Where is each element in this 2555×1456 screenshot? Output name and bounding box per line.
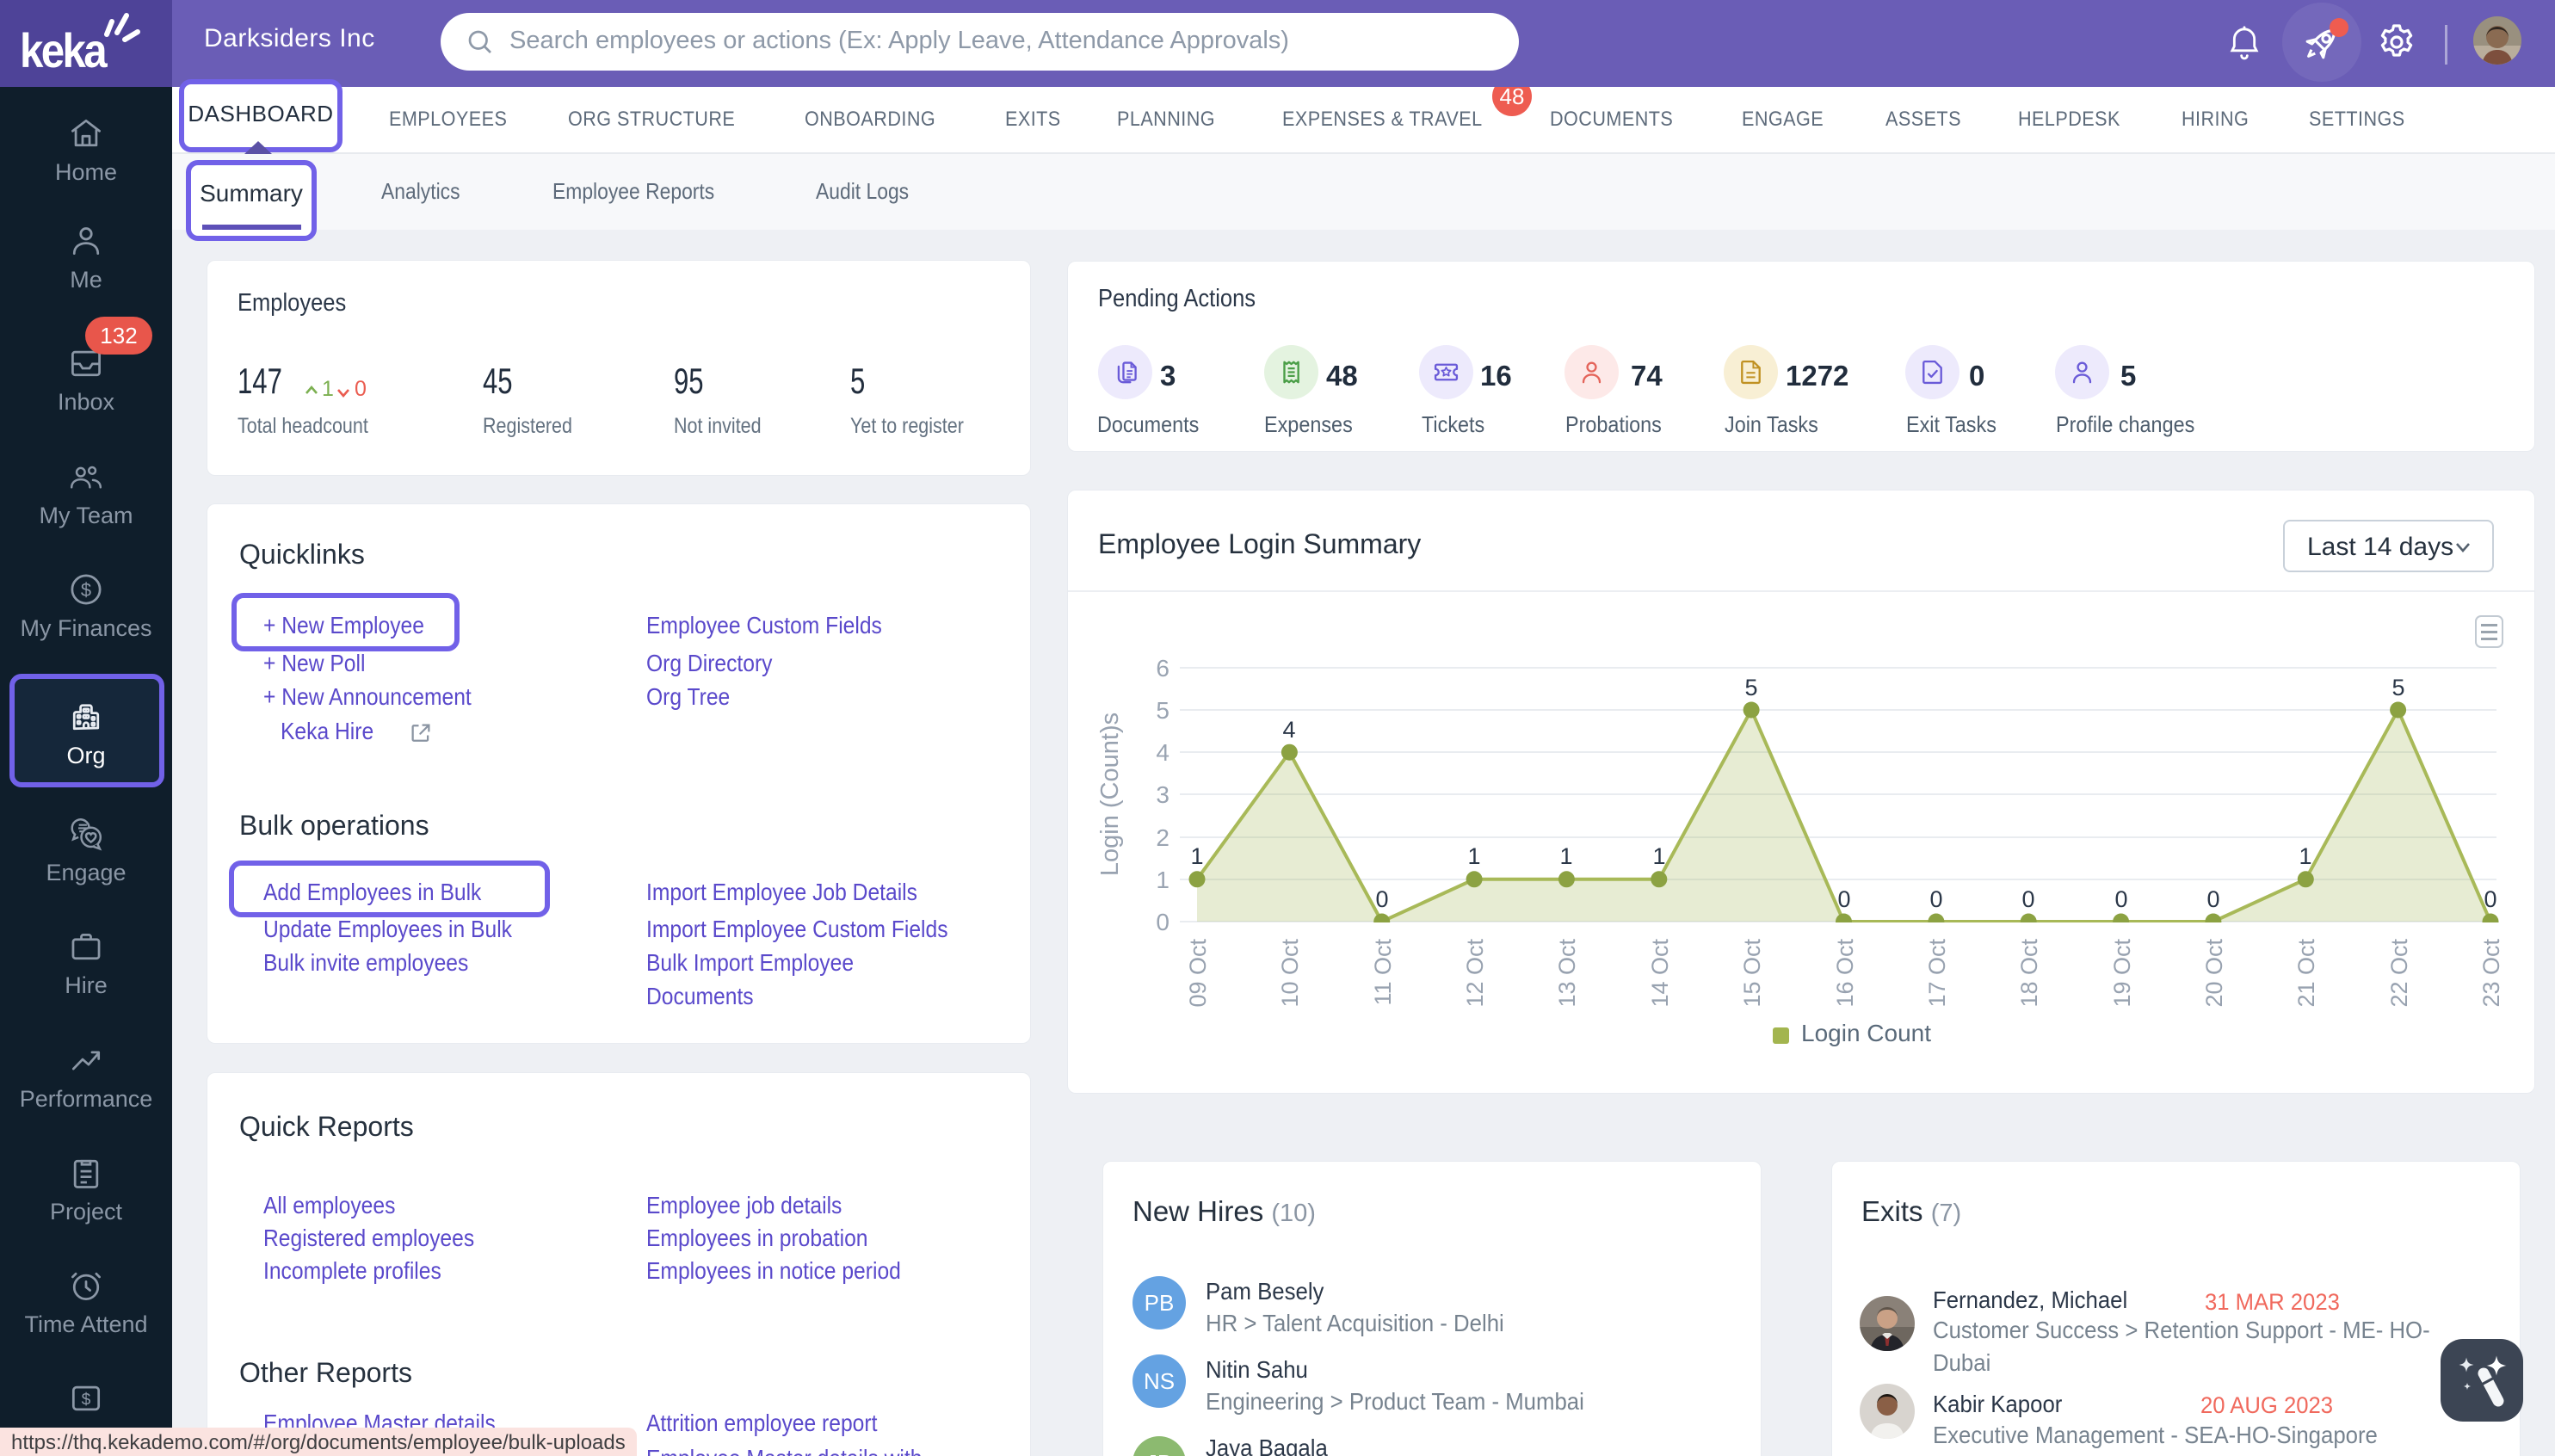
svg-text:4: 4 (1156, 739, 1169, 766)
svg-text:5: 5 (1744, 675, 1757, 700)
svg-text:0: 0 (1929, 886, 1942, 912)
svg-text:3: 3 (1156, 781, 1169, 808)
svg-text:1: 1 (1467, 843, 1480, 869)
svg-text:0: 0 (1156, 909, 1169, 935)
svg-text:1: 1 (2299, 843, 2311, 869)
svg-text:0: 0 (2206, 886, 2219, 912)
svg-text:1: 1 (1652, 843, 1665, 869)
svg-text:Login Count: Login Count (1801, 1020, 1931, 1046)
svg-text:$: $ (82, 1391, 91, 1409)
svg-text:22 Oct: 22 Oct (2386, 939, 2412, 1008)
svg-text:09 Oct: 09 Oct (1185, 939, 1211, 1008)
svg-text:keka: keka (20, 24, 108, 78)
svg-text:5: 5 (1156, 697, 1169, 724)
svg-text:15 Oct: 15 Oct (1739, 939, 1765, 1008)
svg-text:12 Oct: 12 Oct (1462, 939, 1488, 1008)
svg-text:16 Oct: 16 Oct (1832, 939, 1858, 1008)
svg-text:17 Oct: 17 Oct (1924, 939, 1950, 1008)
svg-text:$: $ (81, 579, 91, 601)
svg-text:10 Oct: 10 Oct (1277, 939, 1303, 1008)
svg-text:0: 0 (1837, 886, 1850, 912)
svg-text:18 Oct: 18 Oct (2016, 939, 2042, 1008)
svg-text:21 Oct: 21 Oct (2293, 939, 2319, 1008)
svg-text:1: 1 (1190, 843, 1203, 869)
svg-text:5: 5 (2391, 675, 2404, 700)
svg-text:19 Oct: 19 Oct (2109, 939, 2135, 1008)
svg-text:11 Oct: 11 Oct (1370, 939, 1396, 1006)
svg-text:23 Oct: 23 Oct (2478, 939, 2504, 1008)
svg-text:20 Oct: 20 Oct (2201, 939, 2227, 1008)
svg-text:1: 1 (1559, 843, 1572, 869)
svg-text:1: 1 (1156, 867, 1169, 893)
svg-text:14 Oct: 14 Oct (1647, 939, 1673, 1008)
svg-text:4: 4 (1282, 717, 1295, 743)
svg-text:0: 0 (1375, 886, 1388, 912)
svg-text:2: 2 (1156, 824, 1169, 851)
svg-text:13 Oct: 13 Oct (1554, 939, 1580, 1008)
svg-text:0: 0 (2114, 886, 2127, 912)
svg-text:0: 0 (2484, 886, 2496, 912)
svg-text:0: 0 (2021, 886, 2034, 912)
svg-text:6: 6 (1156, 655, 1169, 682)
svg-text:Login (Count)s: Login (Count)s (1096, 713, 1124, 876)
